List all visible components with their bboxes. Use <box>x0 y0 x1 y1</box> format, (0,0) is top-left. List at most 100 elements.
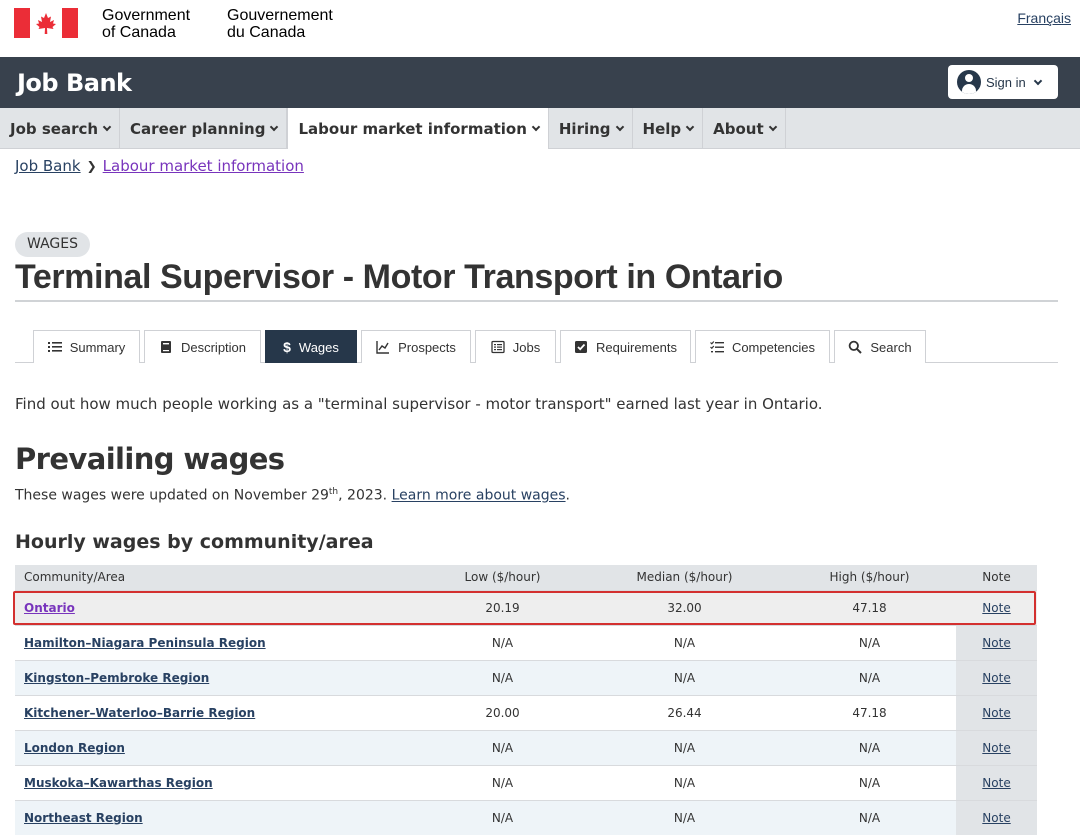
note-link[interactable]: Note <box>982 741 1010 755</box>
table-row: Northeast Region N/A N/A N/A Note <box>15 799 1037 835</box>
table-row: Ontario 20.19 32.00 47.18 Note <box>15 589 1037 625</box>
tab-wages[interactable]: $ Wages <box>265 330 357 363</box>
app-bar: Job Bank Sign in <box>0 57 1080 108</box>
chevron-down-icon <box>768 122 777 132</box>
table-header-row: Community/Area Low ($/hour) Median ($/ho… <box>15 565 1037 590</box>
chevron-down-icon <box>270 122 279 132</box>
government-header: Government of Canada Gouvernement du Can… <box>0 0 1080 57</box>
low-wage: N/A <box>419 729 586 765</box>
breadcrumb-labour-market-information[interactable]: Labour market information <box>103 157 304 175</box>
tab-description[interactable]: Description <box>144 330 261 363</box>
area-link[interactable]: Kitchener–Waterloo–Barrie Region <box>24 706 255 720</box>
gouvernement-du-canada-fr: Gouvernement du Canada <box>227 7 333 41</box>
sign-in-label: Sign in <box>986 74 1026 90</box>
canada-flag-icon <box>14 8 78 38</box>
nav-job-search[interactable]: Job search <box>0 108 121 149</box>
median-wage: N/A <box>586 764 783 800</box>
table-row: Kitchener–Waterloo–Barrie Region 20.00 2… <box>15 694 1037 730</box>
high-wage: N/A <box>783 659 956 695</box>
note-link[interactable]: Note <box>982 671 1010 685</box>
dollar-icon: $ <box>283 339 291 355</box>
high-wage: 47.18 <box>783 589 956 625</box>
high-wage: N/A <box>783 764 956 800</box>
learn-more-wages-link[interactable]: Learn more about wages <box>392 488 566 504</box>
area-link[interactable]: Ontario <box>24 601 75 615</box>
low-wage: 20.00 <box>419 694 586 730</box>
tab-jobs[interactable]: Jobs <box>475 330 556 363</box>
nav-about[interactable]: About <box>703 108 786 149</box>
prevailing-wages-heading: Prevailing wages <box>15 442 285 476</box>
note-link[interactable]: Note <box>982 776 1010 790</box>
tab-competencies[interactable]: Competencies <box>695 330 830 363</box>
note-link[interactable]: Note <box>982 636 1010 650</box>
col-header-low: Low ($/hour) <box>419 565 586 590</box>
median-wage: 32.00 <box>586 589 783 625</box>
chevron-down-icon <box>685 122 695 132</box>
hourly-wages-heading: Hourly wages by community/area <box>15 531 374 553</box>
high-wage: N/A <box>783 799 956 835</box>
checklist-icon <box>710 341 724 353</box>
note-link[interactable]: Note <box>982 706 1010 720</box>
sign-in-button[interactable]: Sign in <box>948 65 1058 99</box>
chevron-down-icon <box>615 122 624 132</box>
nav-help[interactable]: Help <box>633 108 704 149</box>
table-row: Kingston–Pembroke Region N/A N/A N/A Not… <box>15 659 1037 695</box>
note-link[interactable]: Note <box>982 601 1010 615</box>
section-badge: WAGES <box>15 232 90 257</box>
page-title: Terminal Supervisor - Motor Transport in… <box>15 258 783 296</box>
app-title[interactable]: Job Bank <box>17 69 132 97</box>
area-link[interactable]: Hamilton–Niagara Peninsula Region <box>24 636 266 650</box>
chevron-down-icon <box>102 122 112 132</box>
low-wage: N/A <box>419 764 586 800</box>
low-wage: N/A <box>419 799 586 835</box>
median-wage: N/A <box>586 624 783 660</box>
tab-prospects[interactable]: Prospects <box>361 330 471 363</box>
chevron-down-icon <box>531 122 541 132</box>
wages-table: Community/Area Low ($/hour) Median ($/ho… <box>15 565 1037 835</box>
median-wage: N/A <box>586 729 783 765</box>
col-header-median: Median ($/hour) <box>586 565 783 590</box>
note-link[interactable]: Note <box>982 811 1010 825</box>
nav-hiring[interactable]: Hiring <box>549 108 633 149</box>
tab-summary[interactable]: Summary <box>33 330 140 363</box>
list-alt-icon <box>491 340 505 354</box>
title-divider <box>15 300 1058 302</box>
col-header-community: Community/Area <box>15 565 419 590</box>
col-header-high: High ($/hour) <box>783 565 956 590</box>
checkbox-icon <box>575 341 588 353</box>
chevron-right-icon: ❯ <box>86 159 97 173</box>
book-icon <box>160 341 171 353</box>
nav-labour-market-information[interactable]: Labour market information <box>287 108 549 149</box>
area-link[interactable]: London Region <box>24 741 125 755</box>
high-wage: 47.18 <box>783 694 956 730</box>
intro-text: Find out how much people working as a "t… <box>15 395 823 413</box>
user-avatar-icon <box>957 70 981 94</box>
trend-icon <box>376 341 390 354</box>
median-wage: 26.44 <box>586 694 783 730</box>
low-wage: 20.19 <box>419 589 586 625</box>
profile-tabs: Summary Description $ Wages Prospects Jo… <box>15 330 1058 363</box>
area-link[interactable]: Northeast Region <box>24 811 143 825</box>
language-toggle-link[interactable]: Français <box>1017 10 1071 26</box>
area-link[interactable]: Muskoka–Kawarthas Region <box>24 776 213 790</box>
nav-career-planning[interactable]: Career planning <box>120 108 288 149</box>
chevron-down-icon <box>1033 76 1042 85</box>
high-wage: N/A <box>783 624 956 660</box>
table-row: Muskoka–Kawarthas Region N/A N/A N/A Not… <box>15 764 1037 800</box>
government-of-canada-en: Government of Canada <box>102 7 191 41</box>
table-row: Hamilton–Niagara Peninsula Region N/A N/… <box>15 624 1037 660</box>
table-row: London Region N/A N/A N/A Note <box>15 729 1037 765</box>
tab-search[interactable]: Search <box>834 330 926 363</box>
high-wage: N/A <box>783 729 956 765</box>
breadcrumb-job-bank[interactable]: Job Bank <box>15 157 81 175</box>
low-wage: N/A <box>419 659 586 695</box>
main-navigation: Job search Career planning Labour market… <box>0 108 1080 149</box>
tab-requirements[interactable]: Requirements <box>560 330 691 363</box>
area-link[interactable]: Kingston–Pembroke Region <box>24 671 209 685</box>
median-wage: N/A <box>586 659 783 695</box>
list-icon <box>47 342 62 352</box>
low-wage: N/A <box>419 624 586 660</box>
breadcrumb: Job Bank ❯ Labour market information <box>15 157 304 175</box>
search-icon <box>849 340 863 354</box>
median-wage: N/A <box>586 799 783 835</box>
